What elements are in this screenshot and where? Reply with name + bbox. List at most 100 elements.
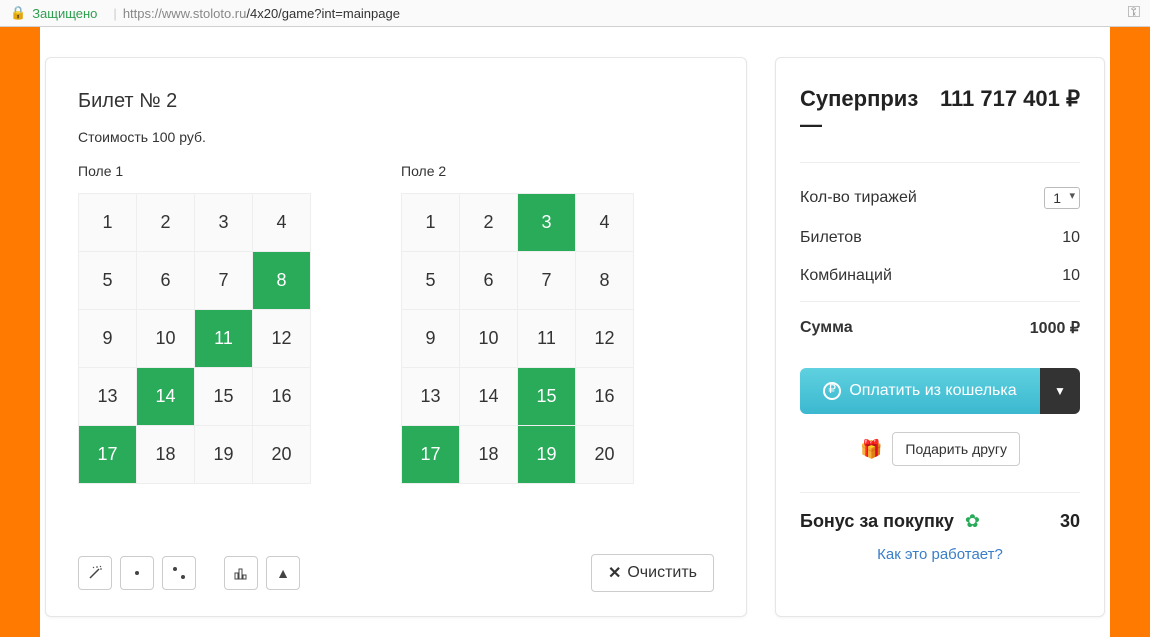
number-cell[interactable]: 14 [460, 368, 518, 426]
number-cell[interactable]: 12 [253, 310, 311, 368]
superprize-amount: 111 717 401 ₽ [940, 86, 1080, 112]
number-cell[interactable]: 3 [518, 194, 576, 252]
number-cell[interactable]: 17 [79, 426, 137, 484]
url-path: /4x20/game?int=mainpage [246, 6, 400, 21]
dice-1-button[interactable] [120, 556, 154, 590]
url-text[interactable]: https://www.stoloto.ru/4x20/game?int=mai… [123, 6, 400, 21]
number-cell[interactable]: 20 [576, 426, 634, 484]
number-cell[interactable]: 6 [460, 252, 518, 310]
clear-label: Очистить [627, 564, 697, 582]
number-cell[interactable]: 7 [518, 252, 576, 310]
pay-label: Оплатить из кошелька [849, 382, 1016, 400]
combos-label: Комбинаций [800, 267, 892, 285]
ticket-actions: ▲ ✕ Очистить [78, 554, 714, 592]
summary-card: Суперприз — 111 717 401 ₽ Кол-во тиражей… [775, 57, 1105, 617]
bonus-row: Бонус за покупку ✿ 30 [800, 511, 1080, 532]
number-cell[interactable]: 17 [402, 426, 460, 484]
number-cell[interactable]: 12 [576, 310, 634, 368]
number-cell[interactable]: 10 [137, 310, 195, 368]
number-cell[interactable]: 18 [460, 426, 518, 484]
draws-label: Кол-во тиражей [800, 189, 917, 207]
draws-row: Кол-во тиражей 1 [800, 177, 1080, 219]
magic-wand-button[interactable] [78, 556, 112, 590]
triangle-down-icon: ▼ [1054, 384, 1066, 398]
clover-icon: ✿ [965, 511, 980, 531]
number-cell[interactable]: 8 [576, 252, 634, 310]
number-cell[interactable]: 5 [79, 252, 137, 310]
number-cell[interactable]: 16 [576, 368, 634, 426]
number-cell[interactable]: 20 [253, 426, 311, 484]
number-cell[interactable]: 6 [137, 252, 195, 310]
key-icon[interactable]: ⚿ [1128, 4, 1140, 22]
bonus-label-wrap: Бонус за покупку ✿ [800, 511, 980, 532]
ticket-title: Билет № 2 [78, 90, 714, 113]
field-1-label: Поле 1 [78, 163, 311, 179]
ticket-cost: Стоимость 100 руб. [78, 129, 714, 145]
number-cell[interactable]: 2 [137, 194, 195, 252]
field-1: Поле 1 1234567891011121314151617181920 [78, 163, 311, 484]
up-arrow-button[interactable]: ▲ [266, 556, 300, 590]
dice-1-icon [129, 565, 145, 581]
draws-select[interactable]: 1 [1044, 187, 1080, 209]
number-cell[interactable]: 18 [137, 426, 195, 484]
number-cell[interactable]: 7 [195, 252, 253, 310]
pay-wrap: Оплатить из кошелька ▼ [800, 368, 1080, 414]
number-cell[interactable]: 14 [137, 368, 195, 426]
field-2: Поле 2 1234567891011121314151617181920 [401, 163, 634, 484]
gift-row: 🎁 Подарить другу [800, 432, 1080, 466]
number-grid-2: 1234567891011121314151617181920 [401, 193, 634, 484]
bar-chart-icon [233, 565, 249, 581]
number-cell[interactable]: 13 [79, 368, 137, 426]
number-cell[interactable]: 9 [402, 310, 460, 368]
url-bar: 🔒 Защищено | https://www.stoloto.ru/4x20… [0, 0, 1150, 27]
number-cell[interactable]: 1 [402, 194, 460, 252]
pay-dropdown[interactable]: ▼ [1040, 368, 1080, 414]
lock-icon: 🔒 [10, 5, 26, 21]
number-cell[interactable]: 13 [402, 368, 460, 426]
tickets-label: Билетов [800, 229, 862, 247]
secure-label: Защищено [32, 6, 97, 21]
combos-value: 10 [1062, 267, 1080, 285]
pay-button[interactable]: Оплатить из кошелька [800, 368, 1040, 414]
dice-2-icon [171, 565, 187, 581]
number-cell[interactable]: 19 [518, 426, 576, 484]
total-row: Сумма 1000 ₽ [800, 301, 1080, 348]
number-cell[interactable]: 11 [518, 310, 576, 368]
number-cell[interactable]: 2 [460, 194, 518, 252]
gift-icon: 🎁 [860, 439, 882, 460]
superprize-label: Суперприз — [800, 86, 940, 138]
bonus-label: Бонус за покупку [800, 511, 954, 531]
number-cell[interactable]: 16 [253, 368, 311, 426]
superprize-row: Суперприз — 111 717 401 ₽ [800, 86, 1080, 138]
number-cell[interactable]: 19 [195, 426, 253, 484]
combos-row: Комбинаций 10 [800, 257, 1080, 295]
total-value: 1000 ₽ [1030, 318, 1080, 338]
number-cell[interactable]: 5 [402, 252, 460, 310]
number-cell[interactable]: 11 [195, 310, 253, 368]
number-cell[interactable]: 10 [460, 310, 518, 368]
number-cell[interactable]: 3 [195, 194, 253, 252]
number-cell[interactable]: 4 [576, 194, 634, 252]
number-cell[interactable]: 1 [79, 194, 137, 252]
gift-button[interactable]: Подарить другу [892, 432, 1020, 466]
how-it-works-link[interactable]: Как это работает? [877, 546, 1003, 563]
dice-2-button[interactable] [162, 556, 196, 590]
number-cell[interactable]: 15 [518, 368, 576, 426]
close-icon: ✕ [608, 563, 621, 583]
triangle-up-icon: ▲ [276, 565, 290, 581]
clear-button[interactable]: ✕ Очистить [591, 554, 714, 592]
number-cell[interactable]: 4 [253, 194, 311, 252]
number-cell[interactable]: 15 [195, 368, 253, 426]
number-cell[interactable]: 9 [79, 310, 137, 368]
tickets-row: Билетов 10 [800, 219, 1080, 257]
wand-icon [87, 565, 103, 581]
number-cell[interactable]: 8 [253, 252, 311, 310]
stats-button[interactable] [224, 556, 258, 590]
field-2-label: Поле 2 [401, 163, 634, 179]
wallet-icon [823, 382, 841, 400]
bonus-value: 30 [1060, 511, 1080, 532]
total-label: Сумма [800, 319, 853, 337]
ticket-card: Билет № 2 Стоимость 100 руб. Поле 1 1234… [45, 57, 747, 617]
separator: | [113, 6, 116, 21]
number-grid-1: 1234567891011121314151617181920 [78, 193, 311, 484]
